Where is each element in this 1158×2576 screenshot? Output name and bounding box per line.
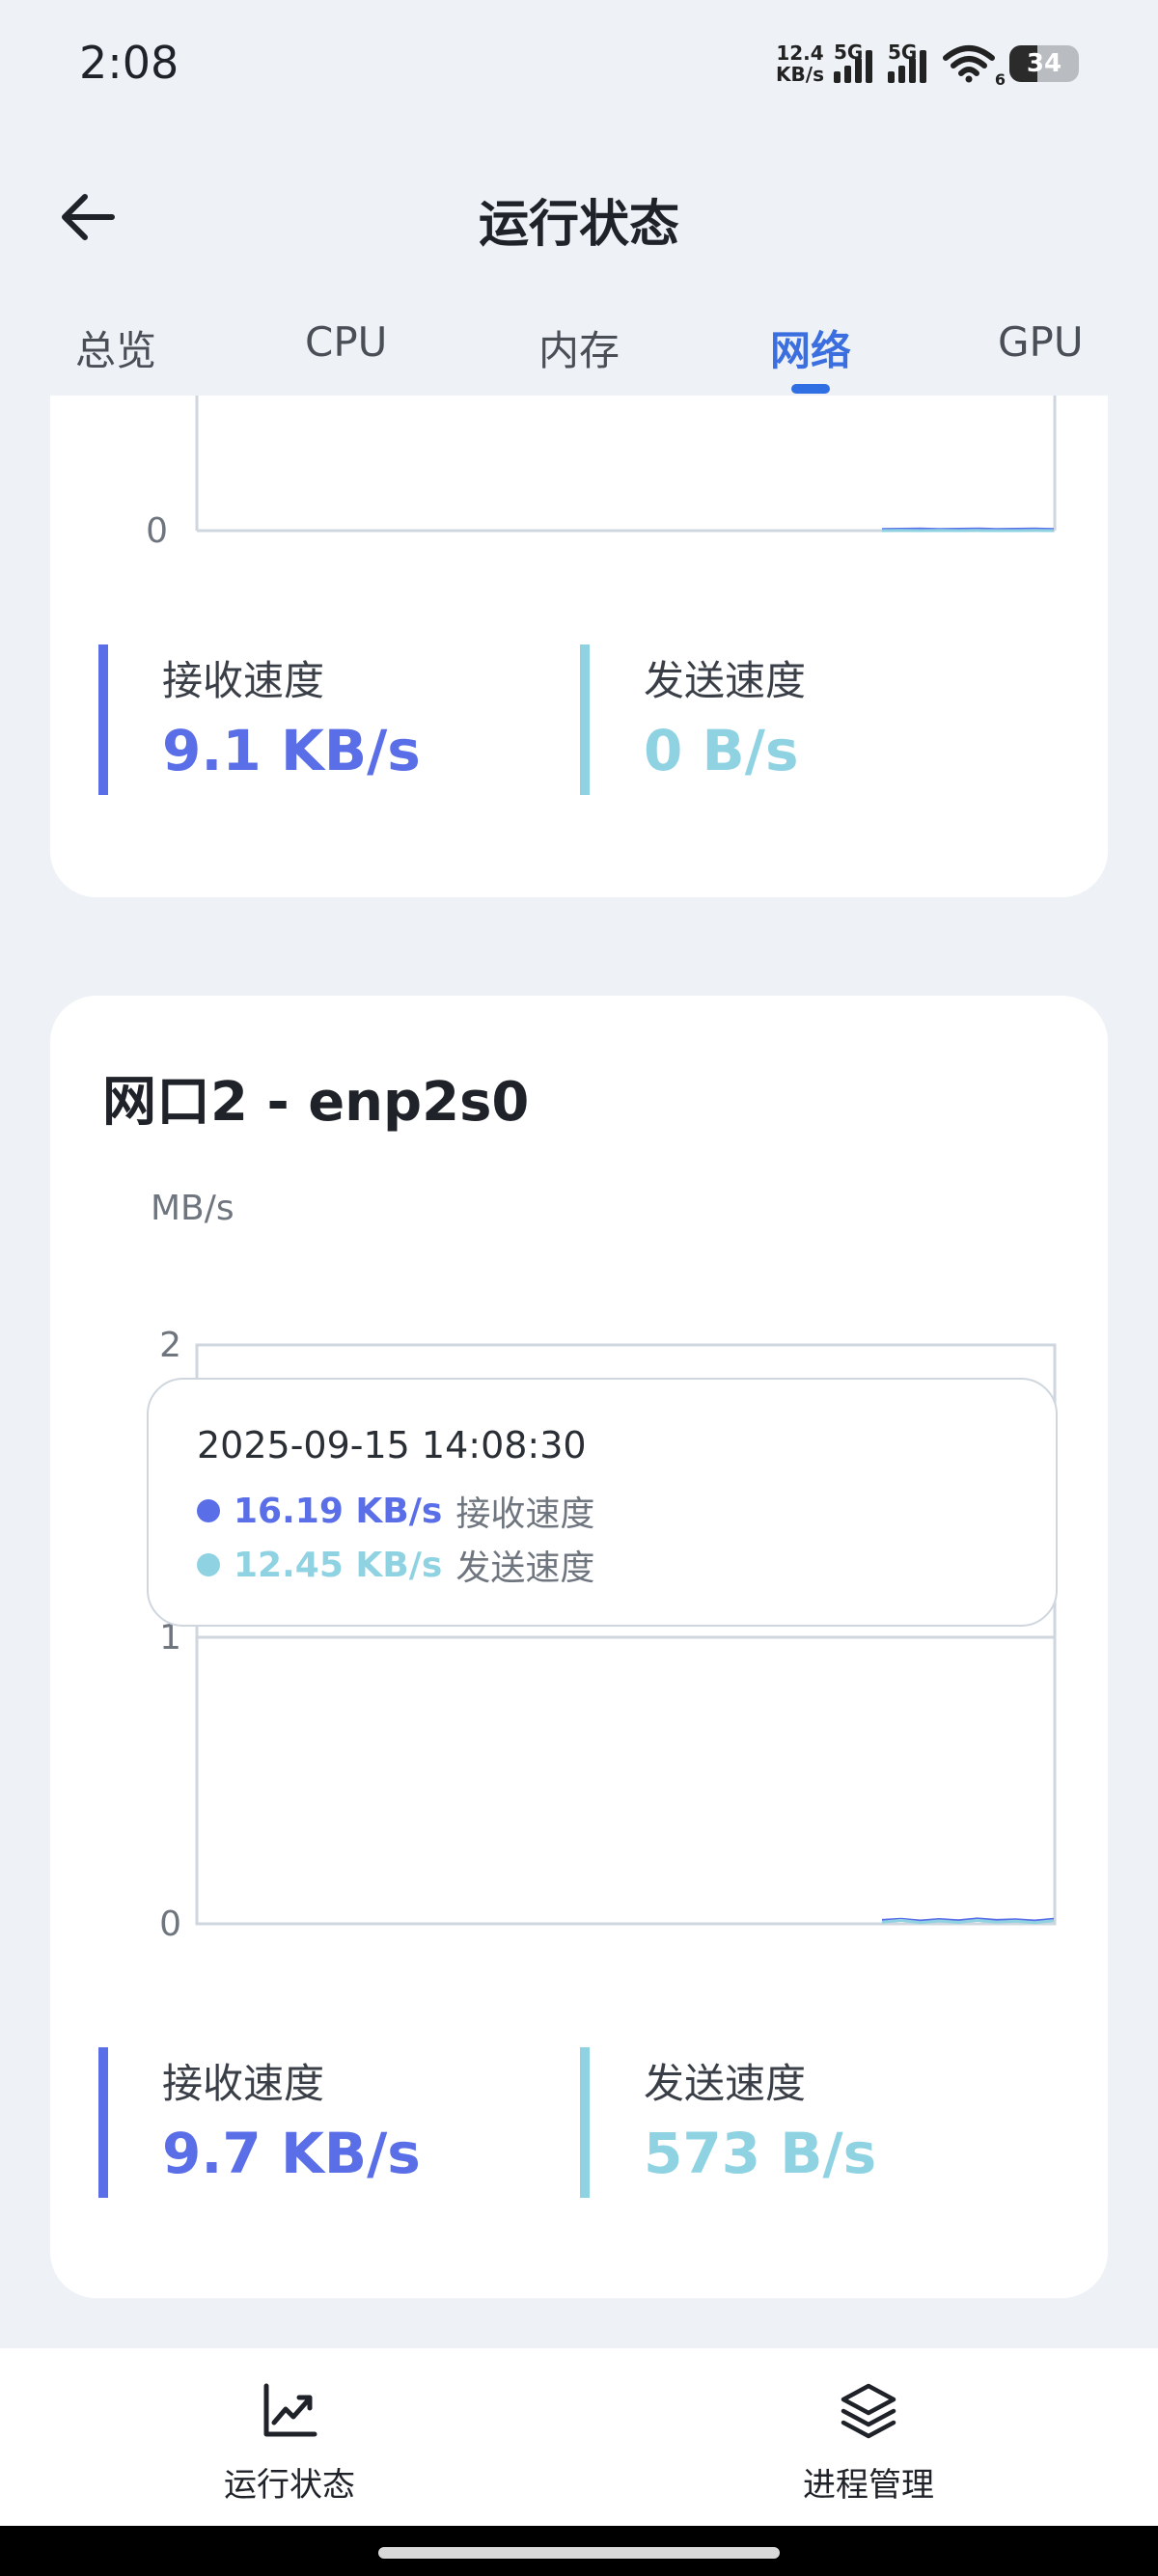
nav-label: 运行状态 — [224, 2466, 355, 2505]
chart-unit-label: MB/s — [151, 1189, 234, 1228]
signal-icon: 5G — [834, 41, 878, 83]
chart-frame — [195, 396, 1057, 533]
system-gesture-area — [0, 2526, 1158, 2576]
receive-speed-label: 接收速度 — [162, 2060, 325, 2107]
interface-card-2: 网口2 - enp2s0 MB/s 2 1 0 接收速度 9.7 KB/s 发送… — [50, 996, 1108, 2298]
y-tick-label: 0 — [159, 1905, 181, 1941]
network-speed-value: 12.4 — [776, 41, 824, 65]
receive-legend-dot — [197, 1499, 220, 1522]
battery-level: 34 — [1026, 49, 1062, 78]
tooltip-receive-value: 16.19 KB/s — [234, 1491, 443, 1531]
receive-speed-value: 9.1 KB/s — [162, 718, 421, 783]
tab-cpu[interactable]: CPU — [305, 318, 387, 366]
nav-runtime-status[interactable]: 运行状态 — [174, 2377, 405, 2506]
y-tick-label: 2 — [159, 1326, 181, 1365]
line-chart-icon — [263, 2383, 317, 2437]
receive-speed-stat: 接收速度 9.1 KB/s — [98, 644, 421, 795]
receive-speed-stat: 接收速度 9.7 KB/s — [98, 2047, 421, 2198]
nav-label: 进程管理 — [803, 2466, 934, 2505]
send-speed-label: 发送速度 — [644, 657, 807, 704]
bottom-navigation: 运行状态 进程管理 — [0, 2348, 1158, 2526]
home-gesture-bar[interactable] — [378, 2547, 780, 2559]
status-bar: 2:08 12.4 KB/s 5G 5G 6 34 — [0, 0, 1158, 135]
tab-gpu[interactable]: GPU — [998, 318, 1084, 366]
tab-overview[interactable]: 总览 — [75, 318, 156, 377]
chart-tooltip: 2025-09-15 14:08:30 16.19 KB/s 接收速度 12.4… — [147, 1378, 1058, 1627]
tab-memory[interactable]: 内存 — [538, 318, 620, 377]
network-chart-1: 0 — [146, 396, 1057, 551]
receive-speed-label: 接收速度 — [162, 657, 325, 704]
layers-icon — [841, 2383, 896, 2439]
tab-network[interactable]: 网络 — [770, 318, 851, 377]
network-speed-unit: KB/s — [776, 63, 824, 86]
y-tick-label: 0 — [146, 511, 168, 551]
tooltip-send-row: 12.45 KB/s 发送速度 — [197, 1540, 594, 1590]
tooltip-send-label: 发送速度 — [455, 1548, 595, 1588]
send-legend-dot — [197, 1553, 220, 1576]
send-speed-value: 573 B/s — [644, 2121, 877, 2186]
nav-process-management[interactable]: 进程管理 — [753, 2377, 984, 2506]
sim1-network-label: 5G — [834, 41, 864, 64]
app-header: 运行状态 — [0, 154, 1158, 280]
sim2-network-label: 5G — [888, 41, 918, 64]
page-title: 运行状态 — [478, 196, 679, 254]
battery-icon: 34 — [1009, 45, 1079, 82]
active-tab-indicator — [791, 384, 830, 394]
receive-speed-value: 9.7 KB/s — [162, 2121, 421, 2186]
tooltip-receive-row: 16.19 KB/s 接收速度 — [197, 1486, 594, 1536]
send-speed-value: 0 B/s — [644, 718, 799, 783]
tooltip-send-value: 12.45 KB/s — [234, 1545, 443, 1585]
status-icons: 12.4 KB/s 5G 5G 6 34 — [776, 35, 1079, 93]
interface-card-1: 0 接收速度 9.1 KB/s 发送速度 0 B/s — [50, 318, 1108, 897]
send-speed-stat: 发送速度 0 B/s — [580, 644, 806, 795]
status-time: 2:08 — [79, 37, 179, 89]
signal-icon-2: 5G — [888, 41, 932, 83]
tab-bar: 总览 CPU 内存 网络 GPU — [0, 309, 1158, 396]
network-speed-indicator: 12.4 KB/s — [776, 42, 824, 85]
tooltip-receive-label: 接收速度 — [455, 1494, 595, 1534]
wifi-icon: 6 — [942, 44, 1006, 89]
send-speed-label: 发送速度 — [644, 2060, 807, 2107]
send-speed-stat: 发送速度 573 B/s — [580, 2047, 876, 2198]
tooltip-timestamp: 2025-09-15 14:08:30 — [197, 1424, 587, 1466]
wifi-label: 6 — [994, 70, 1006, 89]
